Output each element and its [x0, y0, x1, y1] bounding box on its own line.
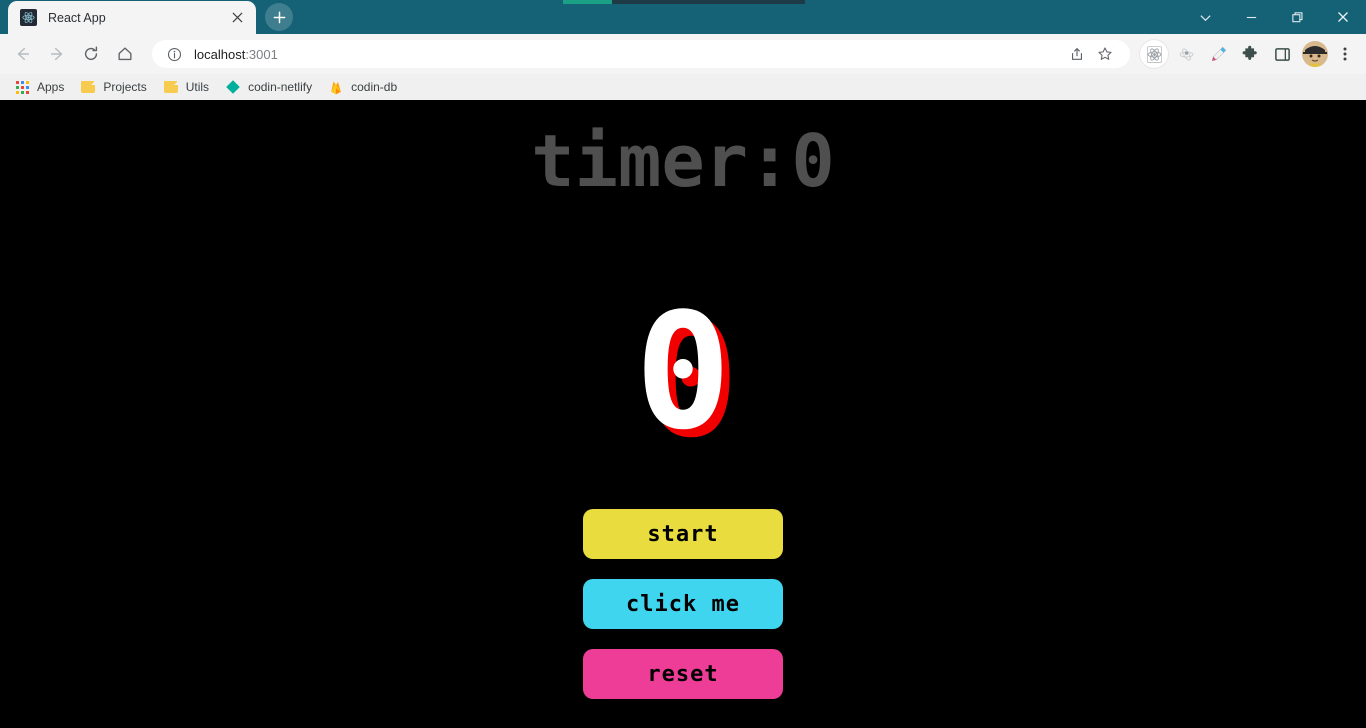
- bookmark-projects[interactable]: Projects: [76, 76, 154, 98]
- bookmark-label: Utils: [185, 80, 210, 94]
- reload-button[interactable]: [76, 39, 106, 69]
- extensions-puzzle-icon[interactable]: [1236, 40, 1264, 68]
- tab-title: React App: [48, 10, 106, 25]
- netlify-diamond-icon: [225, 79, 241, 95]
- react-devtools-active-icon[interactable]: [1140, 40, 1168, 68]
- share-icon[interactable]: [1064, 41, 1090, 67]
- bookmark-label: Apps: [37, 80, 65, 94]
- bookmark-star-icon[interactable]: [1092, 41, 1118, 67]
- tab-react-app[interactable]: React App: [8, 1, 256, 34]
- address-bar[interactable]: localhost:3001: [152, 40, 1130, 68]
- titlebar: React App: [0, 0, 1366, 34]
- url-host: localhost: [194, 46, 246, 62]
- react-devtools-inactive-icon[interactable]: [1172, 40, 1200, 68]
- react-logo-icon: [20, 9, 37, 26]
- folder-icon: [163, 79, 179, 95]
- chevron-down-icon[interactable]: [1182, 0, 1228, 34]
- browser-toolbar: localhost:3001: [0, 34, 1366, 74]
- side-panel-icon[interactable]: [1268, 40, 1296, 68]
- background-tab-strip-dark: [612, 0, 805, 4]
- apps-grid-icon: [14, 79, 30, 95]
- zero-logo: 0: [634, 278, 732, 465]
- url-port: :3001: [245, 46, 278, 62]
- page-title: timer:0: [531, 119, 835, 203]
- folder-icon: [80, 79, 96, 95]
- tabstrip: React App: [0, 0, 293, 34]
- bookmark-utils[interactable]: Utils: [159, 76, 217, 98]
- new-tab-button[interactable]: [265, 3, 293, 31]
- site-info-icon[interactable]: [166, 46, 182, 62]
- url-text: localhost:3001: [194, 47, 1062, 62]
- bookmark-label: codin-db: [351, 80, 398, 94]
- minimize-icon[interactable]: [1228, 0, 1274, 34]
- start-button[interactable]: start: [583, 509, 783, 559]
- browser-menu-icon[interactable]: [1332, 39, 1358, 69]
- reset-button[interactable]: reset: [583, 649, 783, 699]
- close-window-icon[interactable]: [1320, 0, 1366, 34]
- forward-button[interactable]: [42, 39, 72, 69]
- avatar[interactable]: [1302, 41, 1328, 67]
- color-picker-pen-icon[interactable]: [1204, 40, 1232, 68]
- bookmarks-bar: Apps Projects Utils codin-netlify codin-…: [0, 74, 1366, 100]
- background-tab-strip-green: [563, 0, 612, 4]
- firebase-flame-icon: [328, 79, 344, 95]
- click-me-button[interactable]: click me: [583, 579, 783, 629]
- window-controls: [1182, 0, 1366, 34]
- close-icon[interactable]: [228, 9, 246, 27]
- page-content: timer:0 0 start click me reset: [0, 100, 1366, 728]
- browser-window: React App localhost:3001 Apps Projects U…: [0, 0, 1366, 728]
- bookmark-codin-db[interactable]: codin-db: [324, 76, 405, 98]
- bookmark-label: codin-netlify: [248, 80, 313, 94]
- bookmark-label: Projects: [103, 80, 147, 94]
- bookmark-codin-netlify[interactable]: codin-netlify: [221, 76, 320, 98]
- back-button[interactable]: [8, 39, 38, 69]
- button-column: start click me reset: [0, 509, 1366, 699]
- home-button[interactable]: [110, 39, 140, 69]
- bookmark-apps[interactable]: Apps: [10, 76, 72, 98]
- maximize-restore-icon[interactable]: [1274, 0, 1320, 34]
